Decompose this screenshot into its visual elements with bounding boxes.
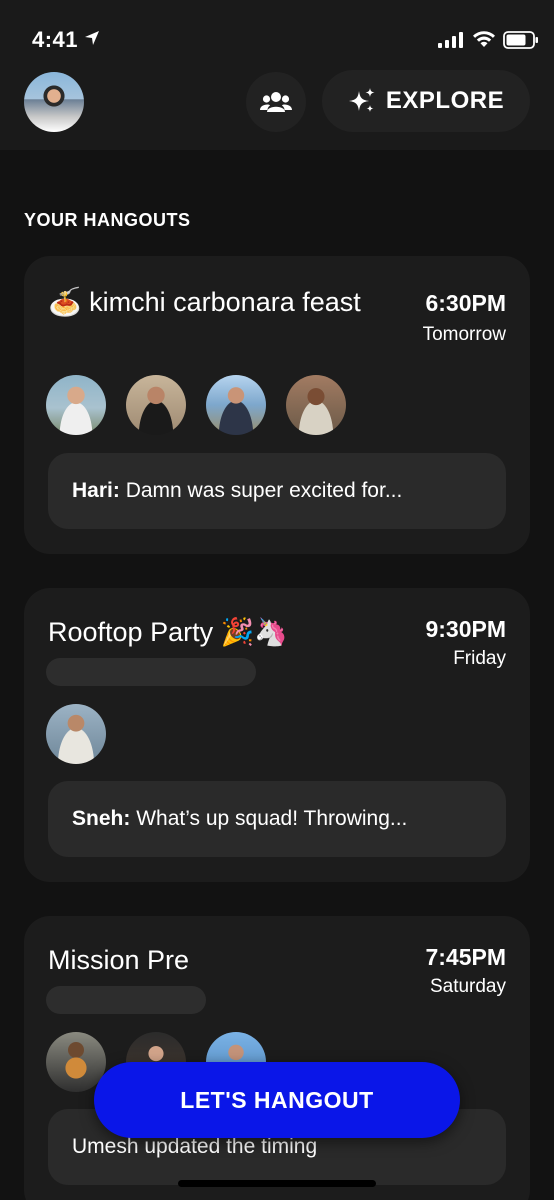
- last-message[interactable]: Sneh: What’s up squad! Throwing...: [48, 781, 506, 857]
- hangout-title: Rooftop Party 🎉🦄: [48, 617, 288, 647]
- attendee-avatar[interactable]: [46, 375, 106, 435]
- message-preview: Hari: Damn was super excited for...: [72, 479, 403, 502]
- attendee-avatar[interactable]: [206, 375, 266, 435]
- hangout-emoji: 🍝: [48, 287, 82, 317]
- hangout-card[interactable]: Rooftop Party 🎉🦄 9:30PM Friday Sneh: Wha…: [24, 588, 530, 882]
- message-author: Sneh:: [72, 807, 131, 830]
- attendee-avatar[interactable]: [126, 375, 186, 435]
- app-bar: EXPLORE: [0, 66, 554, 150]
- location-placeholder: [46, 658, 256, 686]
- cellular-signal-icon: [438, 32, 463, 48]
- hangout-day: Saturday: [429, 976, 506, 997]
- hangout-card[interactable]: 🍝 kimchi carbonara feast 6:30PM Tomorrow…: [24, 256, 530, 554]
- hangout-time: 6:30PM: [425, 290, 506, 316]
- status-time: 4:41: [32, 27, 79, 52]
- hangout-title: 🍝 kimchi carbonara feast: [48, 287, 361, 317]
- hangout-card[interactable]: Mission Pre 7:45PM Saturday Umesh update…: [24, 916, 530, 1200]
- hangout-day: Tomorrow: [422, 324, 506, 345]
- hangout-time: 9:30PM: [425, 616, 506, 642]
- hangout-time: 7:45PM: [425, 944, 506, 970]
- location-placeholder: [46, 986, 206, 1014]
- hangout-title: Mission Pre: [48, 945, 190, 975]
- attendee-avatar[interactable]: [46, 704, 106, 764]
- section-title: YOUR HANGOUTS: [24, 210, 191, 230]
- hangouts-screen: 4:41 EXPLORE YOUR HANGOUTS 🍝 kimchi carb…: [0, 0, 554, 1200]
- hangout-day: Friday: [453, 648, 506, 669]
- message-author: Hari:: [72, 479, 120, 502]
- profile-avatar[interactable]: [24, 72, 84, 132]
- explore-label: EXPLORE: [385, 87, 505, 114]
- explore-button[interactable]: EXPLORE: [322, 70, 530, 132]
- message-preview: Sneh: What’s up squad! Throwing...: [72, 807, 408, 830]
- sparkles-icon: [348, 88, 375, 112]
- lets-hangout-button[interactable]: LET'S HANGOUT: [94, 1062, 460, 1138]
- people-icon: [260, 92, 292, 112]
- home-indicator[interactable]: [178, 1180, 376, 1187]
- friends-button[interactable]: [246, 72, 306, 132]
- wifi-icon: [473, 31, 495, 47]
- attendee-avatar[interactable]: [286, 375, 346, 435]
- status-bar: 4:41: [0, 0, 554, 66]
- last-message[interactable]: Hari: Damn was super excited for...: [48, 453, 506, 529]
- battery-icon: [503, 31, 538, 49]
- message-preview: Umesh updated the timing: [72, 1135, 318, 1158]
- location-arrow-icon: [85, 31, 99, 45]
